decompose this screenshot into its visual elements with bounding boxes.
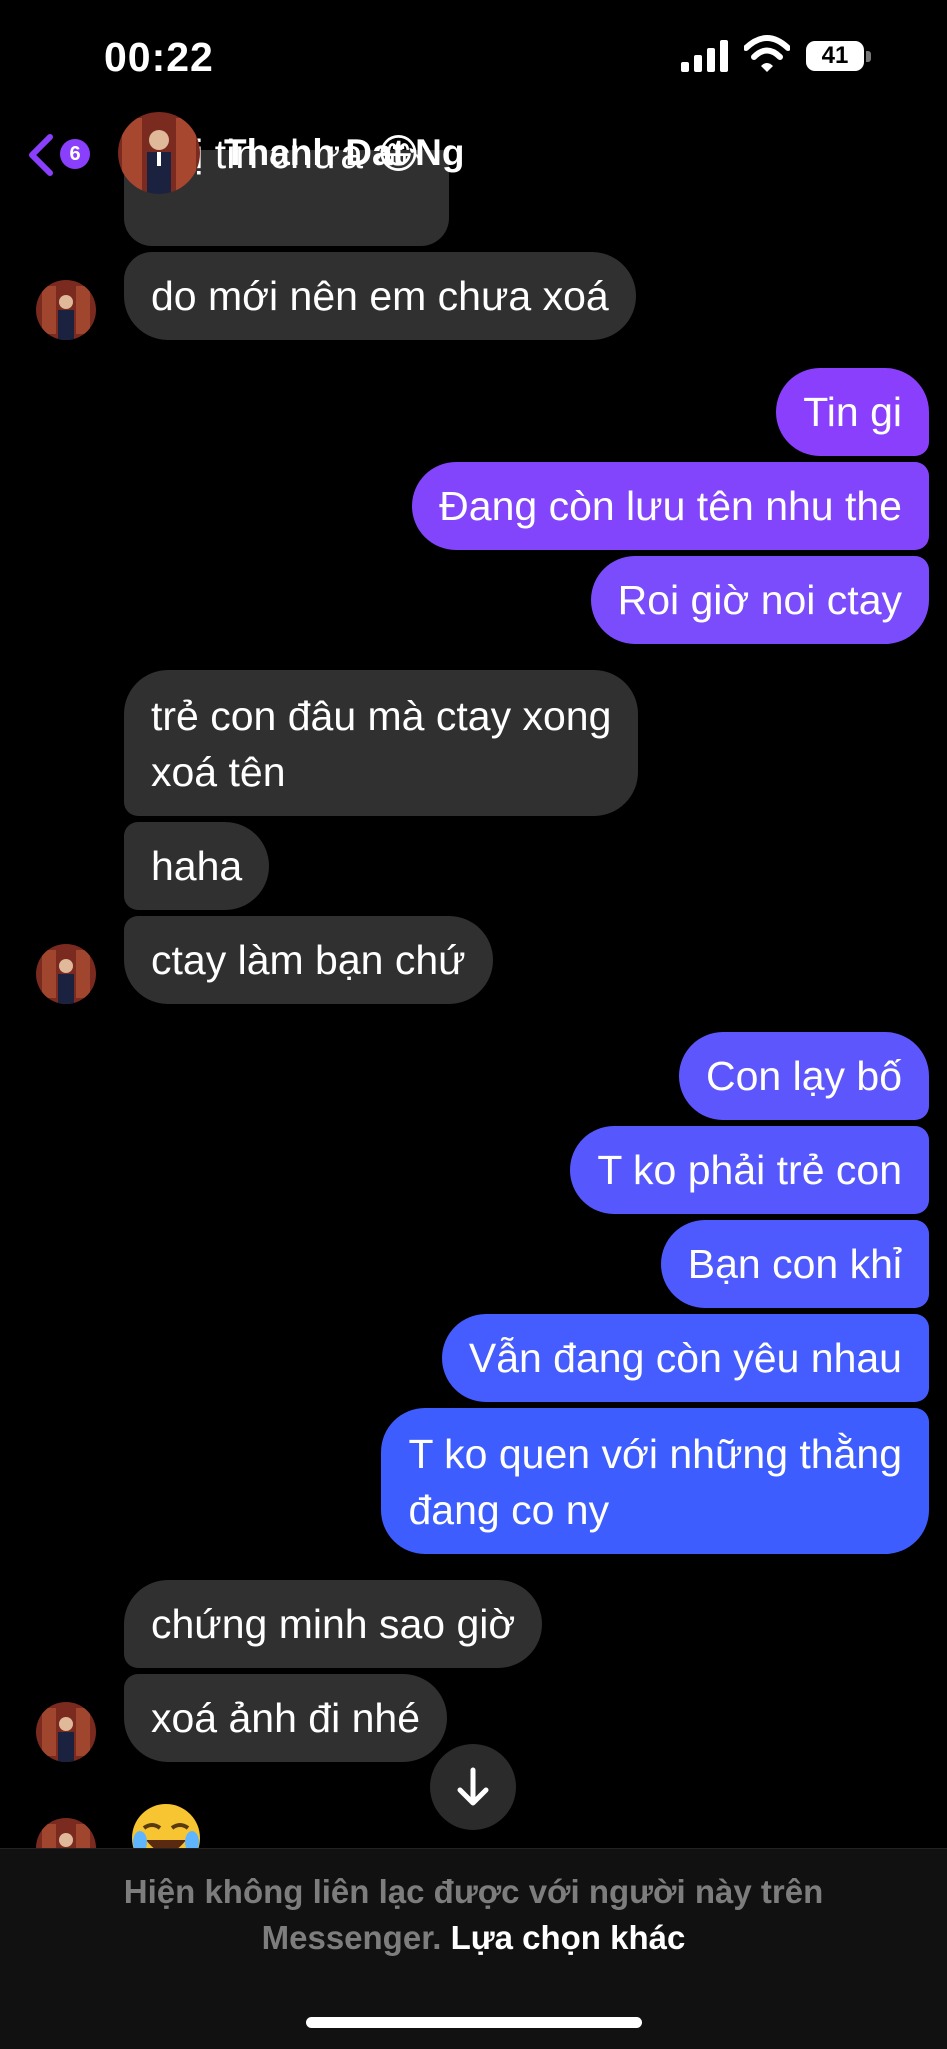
incoming-message[interactable]: ctay làm bạn chứ <box>124 916 493 1004</box>
contact-name[interactable]: Thanh Dat Ng <box>224 132 464 174</box>
battery-level: 41 <box>821 42 849 69</box>
outgoing-message[interactable]: Bạn con khỉ <box>660 1220 929 1308</box>
contact-avatar[interactable] <box>118 112 200 194</box>
incoming-message[interactable]: do mới nên em chưa xoá <box>124 252 636 340</box>
status-bar: 00:22 41 <box>0 0 947 120</box>
arrow-down-icon <box>457 1767 489 1806</box>
notice-text: Messenger. <box>261 1919 442 1956</box>
wifi-icon <box>744 35 790 72</box>
outgoing-message[interactable]: Đang còn lưu tên nhu the <box>412 462 929 550</box>
outgoing-message[interactable]: T ko phải trẻ con <box>570 1126 929 1214</box>
outgoing-message[interactable]: Tin gi <box>776 368 929 456</box>
incoming-message[interactable]: xoá ảnh đi nhé <box>124 1674 448 1762</box>
outgoing-message[interactable]: T ko quen với những thằng đang co ny <box>381 1408 929 1554</box>
contact-avatar[interactable] <box>36 944 96 1004</box>
incoming-message[interactable]: haha <box>124 822 270 910</box>
incoming-message[interactable]: trẻ con đâu mà ctay xong xoá tên <box>124 670 639 816</box>
other-options-link[interactable]: Lựa chọn khác <box>451 1919 686 1956</box>
conversation-header: 6 Thanh Dat Ng <box>0 112 947 208</box>
back-button[interactable]: 6 <box>26 129 96 179</box>
contact-avatar[interactable] <box>36 280 96 340</box>
clock: 00:22 <box>104 34 214 80</box>
incoming-message[interactable]: chứng minh sao giờ <box>124 1580 543 1668</box>
outgoing-message[interactable]: Roi giờ noi ctay <box>590 556 929 644</box>
notice-text: Hiện không liên lạc được với người này t… <box>123 1873 824 1910</box>
home-indicator[interactable] <box>306 2017 642 2028</box>
laughing-emoji-icon[interactable] <box>128 1798 204 1848</box>
message-list[interactable]: chị tin chưa 😂 do mới nên em chưa xoá Ti… <box>0 0 947 1848</box>
battery-icon: 41 <box>806 41 872 71</box>
chevron-left-icon <box>29 134 53 176</box>
cellular-signal-icon <box>681 40 728 72</box>
outgoing-message[interactable]: Con lạy bố <box>678 1032 929 1120</box>
scroll-to-bottom-button[interactable] <box>430 1744 516 1830</box>
contact-avatar[interactable] <box>36 1818 96 1848</box>
outgoing-message[interactable]: Vẫn đang còn yêu nhau <box>441 1314 929 1402</box>
contact-avatar[interactable] <box>36 1702 96 1762</box>
unread-count-badge: 6 <box>60 139 90 169</box>
